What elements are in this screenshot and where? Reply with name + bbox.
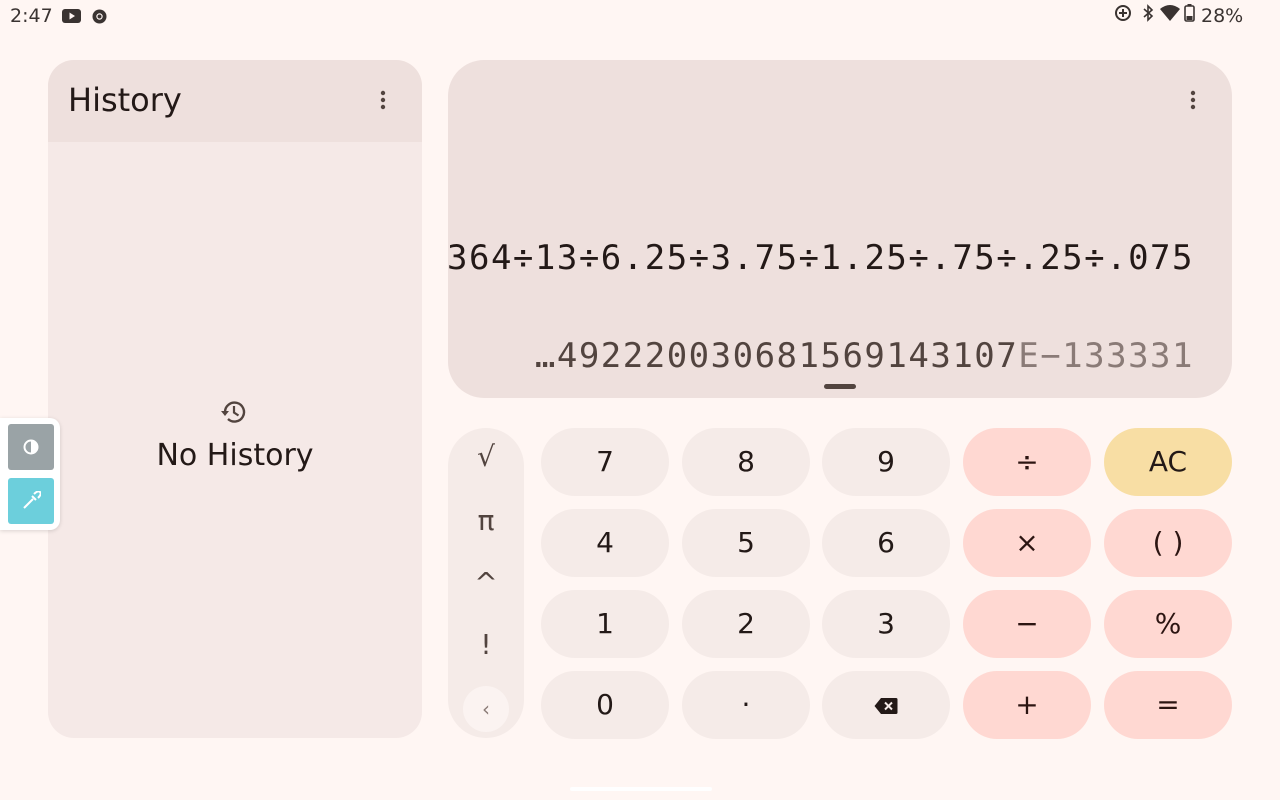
clear-key[interactable]: AC [1104, 428, 1232, 496]
display-more-vert-icon[interactable] [1181, 88, 1205, 112]
history-more-vert-icon[interactable] [371, 88, 395, 112]
key-9[interactable]: 9 [822, 428, 950, 496]
backspace-key[interactable] [822, 671, 950, 739]
result-mantissa: …492220030681569143107 [534, 336, 1019, 376]
history-title: History [68, 81, 182, 119]
battery-icon [1184, 4, 1195, 22]
display-panel: 2÷364÷13÷6.25÷3.75÷1.25÷.75÷.25÷.075 …49… [448, 60, 1232, 398]
color-picker-icon [23, 491, 41, 509]
data-saver-icon [1115, 5, 1131, 21]
history-header: History [48, 60, 422, 142]
key-8[interactable]: 8 [682, 428, 810, 496]
equals-key[interactable]: = [1104, 671, 1232, 739]
minus-key[interactable]: − [963, 590, 1091, 658]
calculator-app: 2:47 28% History No History 2÷364÷13÷6.2… [0, 0, 1280, 800]
side-tools [0, 418, 60, 530]
plus-key[interactable]: + [963, 671, 1091, 739]
drag-handle[interactable] [824, 384, 856, 389]
key-7[interactable]: 7 [541, 428, 669, 496]
power-key[interactable]: ^ [448, 566, 524, 599]
gesture-nav-pill[interactable] [570, 787, 712, 791]
backspace-icon [874, 698, 898, 714]
key-1[interactable]: 1 [541, 590, 669, 658]
bluetooth-icon [1143, 4, 1154, 22]
battery-percent: 28% [1201, 5, 1244, 27]
status-bar: 2:47 28% [0, 0, 1280, 34]
contrast-icon [23, 439, 39, 455]
key-4[interactable]: 4 [541, 509, 669, 577]
percent-key[interactable]: % [1104, 590, 1232, 658]
sqrt-key[interactable]: √ [448, 440, 524, 473]
result-text[interactable]: …492220030681569143107E−133331 [535, 336, 1194, 376]
key-2[interactable]: 2 [682, 590, 810, 658]
key-0[interactable]: 0 [541, 671, 669, 739]
parentheses-key[interactable]: ( ) [1104, 509, 1232, 577]
chrome-icon [92, 9, 107, 24]
expression-text[interactable]: 2÷364÷13÷6.25÷3.75÷1.25÷.75÷.25÷.075 [448, 238, 1194, 278]
key-3[interactable]: 3 [822, 590, 950, 658]
key-6[interactable]: 6 [822, 509, 950, 577]
history-icon [221, 401, 246, 423]
factorial-key[interactable]: ! [448, 628, 524, 661]
scientific-panel: √ π ^ ! ‹ [448, 428, 524, 738]
history-panel: History No History [48, 60, 422, 738]
result-exponent: E−133331 [1018, 336, 1194, 376]
wifi-icon [1160, 5, 1180, 21]
multiply-key[interactable]: × [963, 509, 1091, 577]
status-time: 2:47 [10, 5, 53, 27]
decimal-key[interactable]: · [682, 671, 810, 739]
youtube-icon [62, 9, 81, 23]
pi-key[interactable]: π [448, 504, 524, 537]
key-5[interactable]: 5 [682, 509, 810, 577]
collapse-scientific-button[interactable]: ‹ [463, 686, 509, 732]
color-picker-button[interactable] [8, 478, 54, 524]
no-history-text: No History [156, 438, 314, 473]
contrast-button[interactable] [8, 424, 54, 470]
divide-key[interactable]: ÷ [963, 428, 1091, 496]
